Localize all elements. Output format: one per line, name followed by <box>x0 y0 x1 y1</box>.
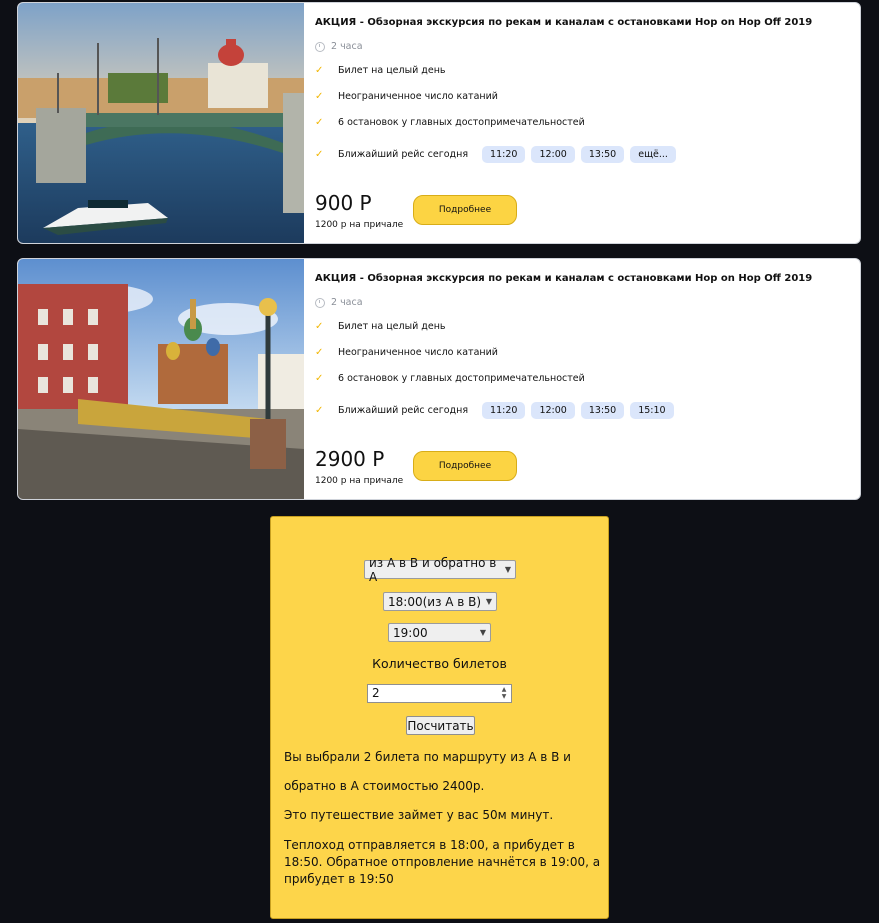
details-button[interactable]: Подробнее <box>413 451 517 481</box>
route-select[interactable]: из A в B и обратно в А ▼ <box>364 556 516 584</box>
time-chip[interactable]: 13:50 <box>580 402 625 419</box>
time-chip[interactable]: 15:10 <box>630 402 674 419</box>
feature-label: Неограниченное число катаний <box>338 347 498 358</box>
return-time-select[interactable]: 19:00 ▼ <box>388 623 491 642</box>
duration-label: 2 часа <box>331 297 363 308</box>
feature-item: ✓ Неограниченное число катаний <box>315 347 498 358</box>
feature-item: ✓ 6 остановок у главных достопримечатель… <box>315 117 585 128</box>
result-line: обратно в А стоимостью 2400р. <box>284 779 485 793</box>
pier-price: 1200 р на причале <box>315 476 404 486</box>
time-chip[interactable]: 13:50 <box>580 146 625 163</box>
feature-label: Билет на целый день <box>338 65 446 76</box>
check-icon: ✓ <box>315 347 324 358</box>
calculate-button[interactable]: Посчитать <box>406 716 475 735</box>
departure-time-select[interactable]: 18:00(из А в В) ▼ <box>383 592 497 611</box>
check-icon: ✓ <box>315 373 324 384</box>
chevron-down-icon: ▼ <box>504 565 511 574</box>
feature-item: ✓ Билет на целый день <box>315 321 446 332</box>
feature-label: 6 остановок у главных достопримечательно… <box>338 117 585 128</box>
clock-icon <box>315 41 325 52</box>
chevron-down-icon: ▼ <box>485 597 492 606</box>
return-select-value: 19:00 <box>393 625 428 640</box>
tour-card[interactable]: АКЦИЯ - Обзорная экскурсия по рекам и ка… <box>17 258 861 500</box>
details-button[interactable]: Подробнее <box>413 195 517 225</box>
time-chip[interactable]: 11:20 <box>482 402 526 419</box>
time-chip[interactable]: 12:00 <box>531 402 575 419</box>
feature-label: Неограниченное число катаний <box>338 91 498 102</box>
tour-title: АКЦИЯ - Обзорная экскурсия по рекам и ка… <box>315 273 813 284</box>
departure-select-value: 18:00(из А в В) <box>388 594 482 609</box>
check-icon: ✓ <box>315 405 324 416</box>
nearest-departure-row: ✓ Ближайший рейс сегодня 11:20 12:00 13:… <box>315 146 676 163</box>
duration-label: 2 часа <box>331 41 363 52</box>
clock-icon <box>315 297 325 308</box>
chevron-down-icon: ▼ <box>479 628 486 637</box>
more-times-chip[interactable]: ещё... <box>630 146 676 163</box>
check-icon: ✓ <box>315 149 324 160</box>
feature-item: ✓ 6 остановок у главных достопримечатель… <box>315 373 585 384</box>
check-icon: ✓ <box>315 117 324 128</box>
feature-item: ✓ Неограниченное число катаний <box>315 91 498 102</box>
tour-card[interactable]: АКЦИЯ - Обзорная экскурсия по рекам и ка… <box>17 2 861 244</box>
result-line: Это путешествие займет у вас 50м минут. <box>284 808 554 822</box>
ticket-count-label: Количество билетов <box>372 656 507 671</box>
ticket-count-input[interactable]: 2 ▲ ▼ <box>367 684 512 703</box>
nearest-departure-label: Ближайший рейс сегодня <box>338 149 469 160</box>
result-line: Вы выбрали 2 билета по маршруту из A в B… <box>284 750 571 764</box>
nearest-departure-label: Ближайший рейс сегодня <box>338 405 469 416</box>
check-icon: ✓ <box>315 321 324 332</box>
ticket-count-value: 2 <box>372 686 380 700</box>
tour-duration: 2 часа <box>315 41 363 52</box>
price: 2900 Р <box>315 447 385 471</box>
feature-label: Билет на целый день <box>338 321 446 332</box>
result-schedule: Теплоход отправляется в 18:00, а прибуде… <box>284 838 601 886</box>
feature-item: ✓ Билет на целый день <box>315 65 446 76</box>
tour-title: АКЦИЯ - Обзорная экскурсия по рекам и ка… <box>315 17 813 28</box>
tour-photo-bridge <box>18 3 304 243</box>
route-select-value: из A в B и обратно в А <box>369 555 497 584</box>
feature-label: 6 остановок у главных достопримечательно… <box>338 373 585 384</box>
spinner-icon[interactable]: ▲ ▼ <box>499 686 509 701</box>
time-chip[interactable]: 11:20 <box>482 146 526 163</box>
price: 900 Р <box>315 191 372 215</box>
tour-duration: 2 часа <box>315 297 363 308</box>
pier-price: 1200 р на причале <box>315 220 404 230</box>
check-icon: ✓ <box>315 91 324 102</box>
time-chip[interactable]: 12:00 <box>531 146 575 163</box>
ticket-calculator: из A в B и обратно в А ▼ 18:00(из А в В)… <box>270 516 609 919</box>
tour-photo-cathedral <box>18 259 304 499</box>
check-icon: ✓ <box>315 65 324 76</box>
nearest-departure-row: ✓ Ближайший рейс сегодня 11:20 12:00 13:… <box>315 402 674 419</box>
